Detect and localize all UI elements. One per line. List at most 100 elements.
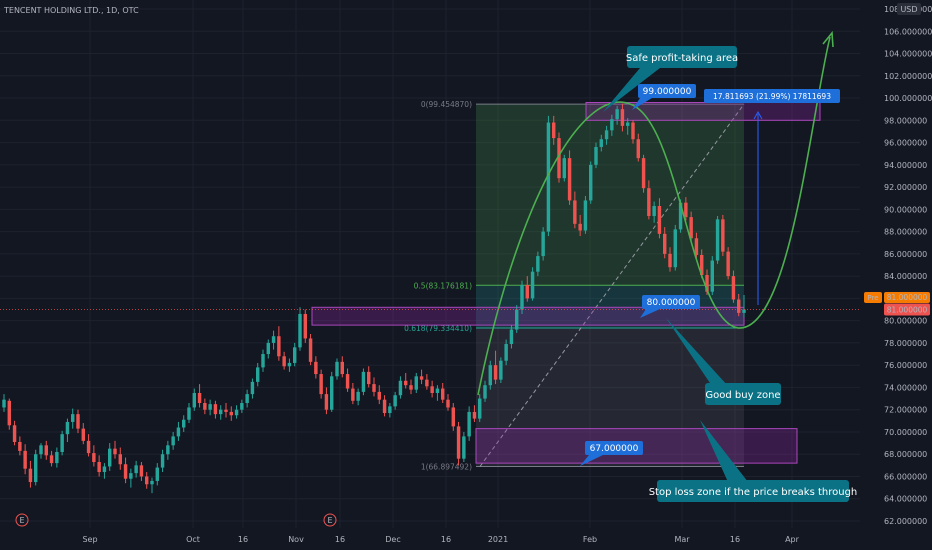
candle-body xyxy=(308,338,313,362)
price-label-bottom: 67.000000 xyxy=(590,444,639,454)
candle-body xyxy=(615,109,619,120)
candle-body xyxy=(620,109,625,126)
candle-body xyxy=(166,445,170,455)
candle-body xyxy=(382,399,387,414)
candle-body xyxy=(736,299,741,313)
time-tick-label: Sep xyxy=(82,535,97,544)
callout-buy: Good buy zone xyxy=(705,390,780,401)
candle-body xyxy=(240,403,244,410)
candle-body xyxy=(345,374,350,389)
chart-canvas[interactable]: 0(99.454870)0.5(83.176181)0.618(79.33441… xyxy=(0,0,932,550)
candle-body xyxy=(530,271,535,299)
candle-body xyxy=(366,371,371,385)
candle-body xyxy=(588,164,593,201)
candle xyxy=(710,256,715,296)
candle xyxy=(715,216,720,264)
price-tick-label: 78.000000 xyxy=(884,339,927,348)
candle-body xyxy=(509,329,514,345)
candle xyxy=(588,161,593,204)
candle-body xyxy=(472,411,477,419)
candle-body xyxy=(298,313,302,348)
time-tick-label: Nov xyxy=(288,535,304,544)
chart-root: 0(99.454870) 0.5(83.176181) 0.618(79.33441… xyxy=(0,0,932,550)
candle xyxy=(673,224,678,271)
prev-price-label: 81.000000 xyxy=(887,293,928,302)
candle-body xyxy=(224,409,228,412)
candle-body xyxy=(641,158,646,189)
candle-body xyxy=(218,409,223,415)
candle-body xyxy=(499,360,503,380)
candle-body xyxy=(377,391,382,400)
candle-body xyxy=(144,476,149,485)
candle-body xyxy=(673,229,678,268)
time-tick-label: 16 xyxy=(335,535,345,544)
price-tick-label: 88.000000 xyxy=(884,228,927,237)
candle-body xyxy=(684,202,688,218)
candle-body xyxy=(245,394,249,404)
candle-body xyxy=(430,386,434,393)
time-tick-label: Apr xyxy=(785,535,800,544)
candle-body xyxy=(536,256,540,272)
candle-body xyxy=(70,414,75,422)
candle-body xyxy=(721,219,725,252)
candle-body xyxy=(361,371,366,392)
candle-body xyxy=(668,253,672,268)
price-tick-label: 70.000000 xyxy=(884,428,927,437)
candle-body xyxy=(393,395,397,407)
candle xyxy=(60,430,64,456)
candle-body xyxy=(33,454,38,483)
candle-body xyxy=(76,414,80,429)
price-label-top: 99.000000 xyxy=(643,87,692,97)
candle-body xyxy=(662,233,667,254)
candle-body xyxy=(356,391,360,401)
candle-body xyxy=(324,394,329,410)
candle-body xyxy=(44,445,49,456)
time-tick-label: 16 xyxy=(730,535,740,544)
candle xyxy=(726,247,730,280)
candle-body xyxy=(731,276,736,300)
candle-body xyxy=(271,336,276,343)
price-axis[interactable]: 108.000000106.000000104.000000102.000000… xyxy=(860,0,932,550)
prev-tag: Pre xyxy=(867,294,878,302)
candle-body xyxy=(86,440,91,454)
candle-body xyxy=(414,376,419,390)
candle-body xyxy=(483,385,487,399)
price-tick-label: 102.000000 xyxy=(884,72,932,81)
currency-badge[interactable]: USD xyxy=(900,5,917,14)
candle-body xyxy=(23,450,27,469)
candle-body xyxy=(340,361,345,375)
candle xyxy=(499,357,503,383)
candle-body xyxy=(229,411,234,416)
candle-body xyxy=(65,421,70,435)
candle-body xyxy=(652,206,656,217)
candle-body xyxy=(319,374,323,395)
candle-body xyxy=(139,465,144,477)
event-marker-label: E xyxy=(327,516,332,525)
buy-zone-box[interactable] xyxy=(311,306,745,326)
candle-body xyxy=(525,285,530,299)
candle-body xyxy=(277,336,281,357)
candle-body xyxy=(28,468,33,483)
candle-body xyxy=(287,362,292,367)
candle-body xyxy=(176,427,181,437)
candle-body xyxy=(562,158,567,179)
candle-body xyxy=(451,407,456,427)
price-tick-label: 92.000000 xyxy=(884,183,927,192)
time-tick-label: Oct xyxy=(186,535,200,544)
candle-body xyxy=(742,309,746,313)
candle-body xyxy=(604,130,609,140)
candle-body xyxy=(255,367,260,382)
candle-body xyxy=(625,122,630,126)
time-tick-label: Feb xyxy=(583,535,597,544)
candle-body xyxy=(425,379,429,387)
fib-label-05: 0.5(83.176181) xyxy=(414,281,472,290)
candle-body xyxy=(292,347,297,363)
candle-body xyxy=(49,455,54,464)
candle-body xyxy=(440,388,445,400)
current-price-label: 81.000000 xyxy=(887,306,928,315)
candle xyxy=(462,431,466,463)
candle-body xyxy=(192,393,197,408)
candle xyxy=(721,214,725,257)
chart-title: TENCENT HOLDING LTD., 1D, OTC xyxy=(3,6,139,15)
candle-body xyxy=(187,407,191,420)
